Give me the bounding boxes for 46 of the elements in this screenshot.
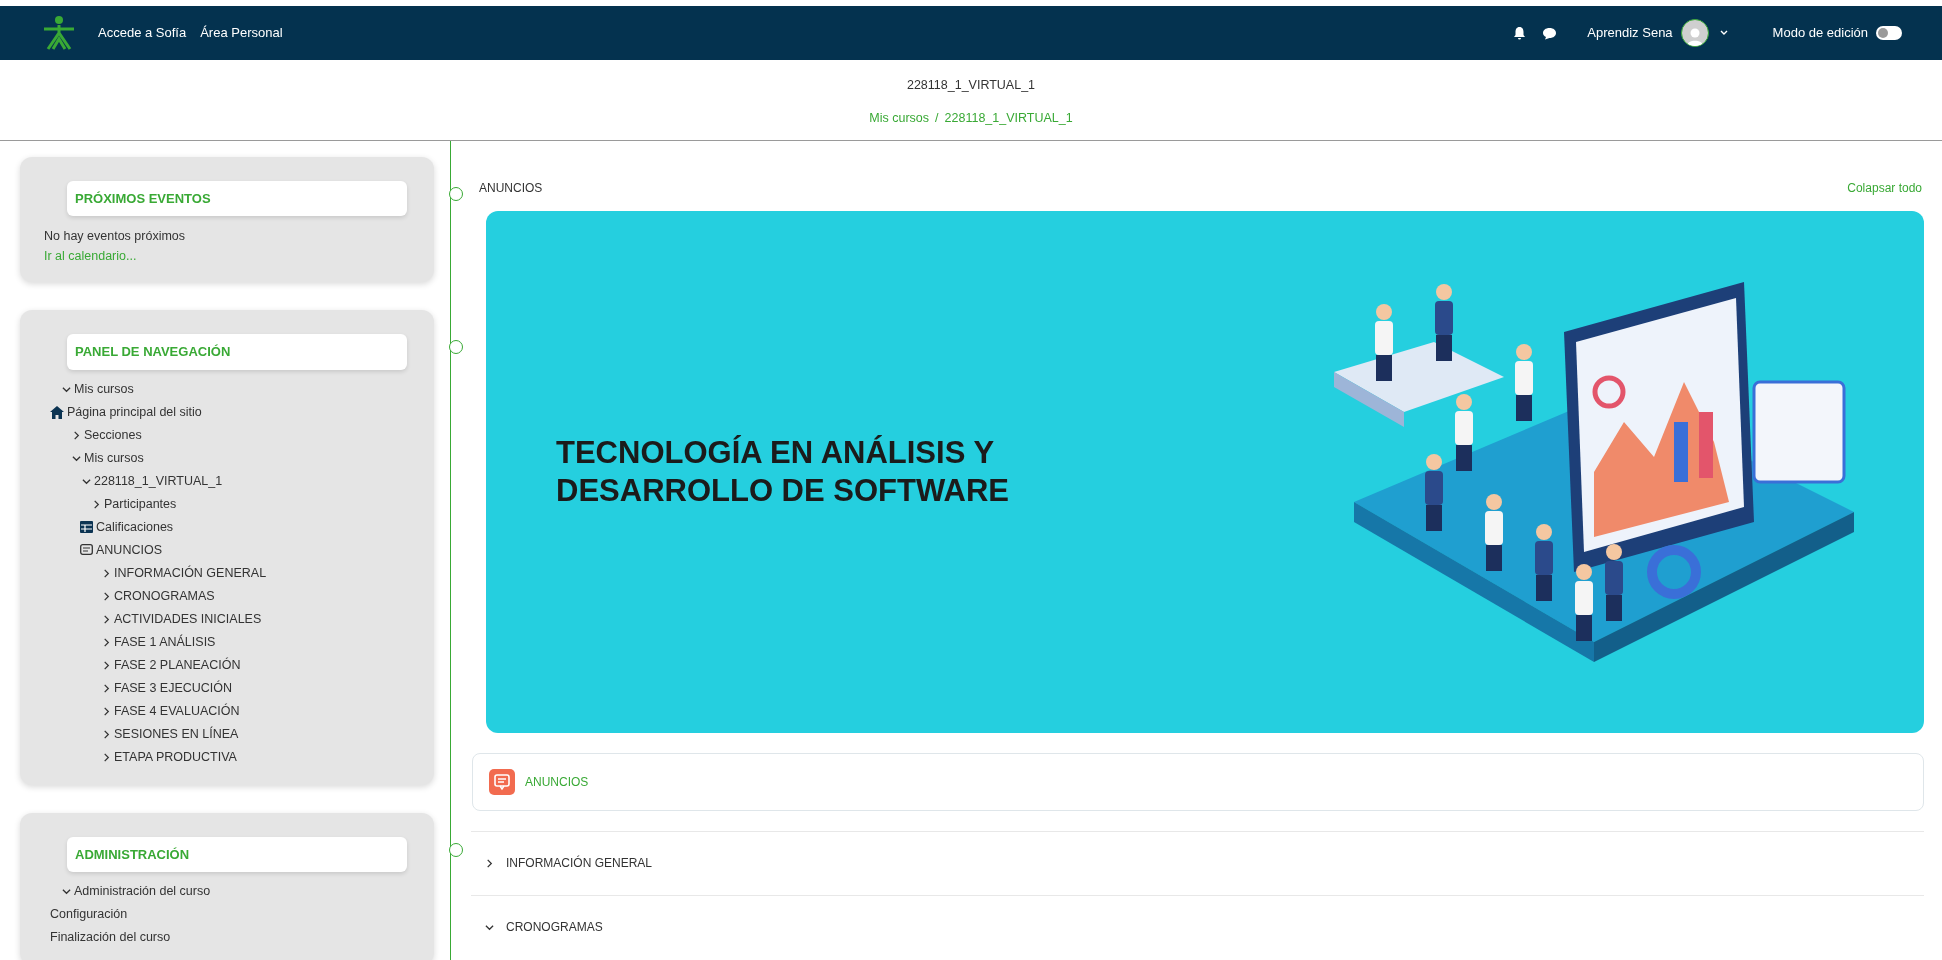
table-icon — [80, 521, 93, 533]
user-name[interactable]: Aprendiz Sena — [1587, 23, 1673, 43]
nav-link[interactable]: CRONOGRAMAS — [114, 584, 215, 608]
timeline-node — [449, 842, 463, 857]
forum-icon — [80, 543, 93, 557]
nav-link[interactable]: FASE 1 ANÁLISIS — [114, 630, 216, 654]
nav-link[interactable]: Configuración — [50, 903, 128, 926]
nav-link[interactable]: INFORMACIÓN GENERAL — [114, 561, 267, 585]
nav-link[interactable]: Mis cursos — [74, 377, 134, 401]
bell-icon[interactable] — [1513, 26, 1527, 40]
nav-link[interactable]: ANUNCIOS — [96, 538, 162, 562]
nav-link[interactable]: ACTIVIDADES INICIALES — [114, 607, 262, 631]
nav-link[interactable]: 228118_1_VIRTUAL_1 — [94, 469, 223, 493]
nav-link[interactable]: Administración del curso — [74, 880, 211, 903]
block-title: ADMINISTRACIÓN — [67, 836, 407, 872]
nav-link[interactable]: Participantes — [104, 492, 177, 516]
avatar-icon[interactable] — [1680, 19, 1709, 47]
edit-mode-switch[interactable] — [1876, 26, 1902, 40]
empty-events-text: No hay eventos próximos — [44, 228, 187, 245]
edit-mode-label: Modo de edición — [1772, 24, 1868, 43]
nav-link[interactable]: Accede a Sofía — [98, 23, 187, 43]
section-toggle[interactable]: CRONOGRAMAS — [506, 918, 603, 936]
nav-link[interactable]: Secciones — [84, 423, 142, 447]
nav-link[interactable]: SESIONES EN LÍNEA — [114, 722, 239, 746]
breadcrumb-separator: / — [935, 109, 939, 127]
timeline-node — [449, 340, 463, 354]
nav-link[interactable]: FASE 2 PLANEACIÓN — [114, 653, 241, 677]
nav-link[interactable]: ETAPA PRODUCTIVA — [114, 745, 237, 769]
chat-icon[interactable] — [1542, 26, 1558, 40]
section-title: ANUNCIOS — [479, 179, 543, 197]
block-title: PANEL DE NAVEGACIÓN — [67, 334, 407, 370]
nav-link[interactable]: Área Personal — [200, 23, 283, 43]
timeline-node — [449, 186, 463, 201]
nav-link[interactable]: Mis cursos — [84, 446, 144, 470]
home-icon — [50, 405, 64, 419]
section-toggle[interactable]: INFORMACIÓN GENERAL — [506, 854, 652, 872]
banner-heading: TECNOLOGÍA EN ANÁLISIS Y DESARROLLO DE SOFTWARE — [556, 433, 1009, 510]
block-title: PRÓXIMOS EVENTOS — [67, 180, 407, 216]
nav-link[interactable]: Finalización del curso — [50, 926, 171, 949]
course-title: 228118_1_VIRTUAL_1 — [906, 77, 1036, 94]
forum-icon — [489, 768, 515, 795]
nav-link[interactable]: FASE 4 EVALUACIÓN — [114, 699, 240, 723]
nav-link[interactable]: Página principal del sitio — [67, 400, 202, 424]
chevron-down-icon[interactable] — [1718, 29, 1729, 37]
nav-link[interactable]: Calificaciones — [96, 515, 174, 539]
nav-link[interactable]: FASE 3 EJECUCIÓN — [114, 676, 233, 700]
